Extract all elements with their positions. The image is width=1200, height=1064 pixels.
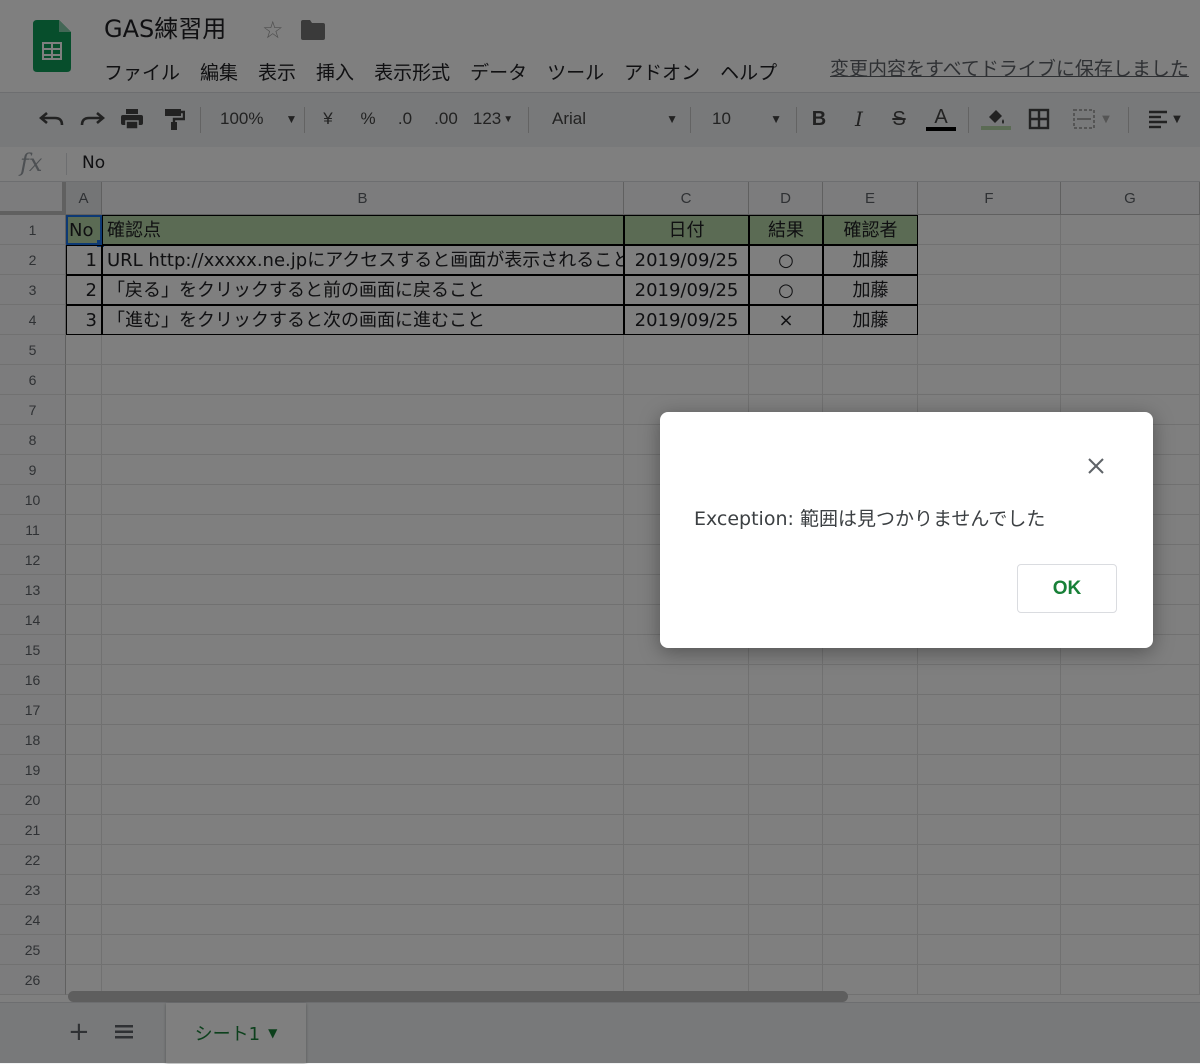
dialog-message: Exception: 範囲は見つかりませんでした	[694, 508, 1046, 530]
close-icon[interactable]	[1084, 454, 1108, 478]
ok-button[interactable]: OK	[1017, 564, 1117, 613]
exception-dialog: Exception: 範囲は見つかりませんでした OK	[660, 412, 1153, 648]
